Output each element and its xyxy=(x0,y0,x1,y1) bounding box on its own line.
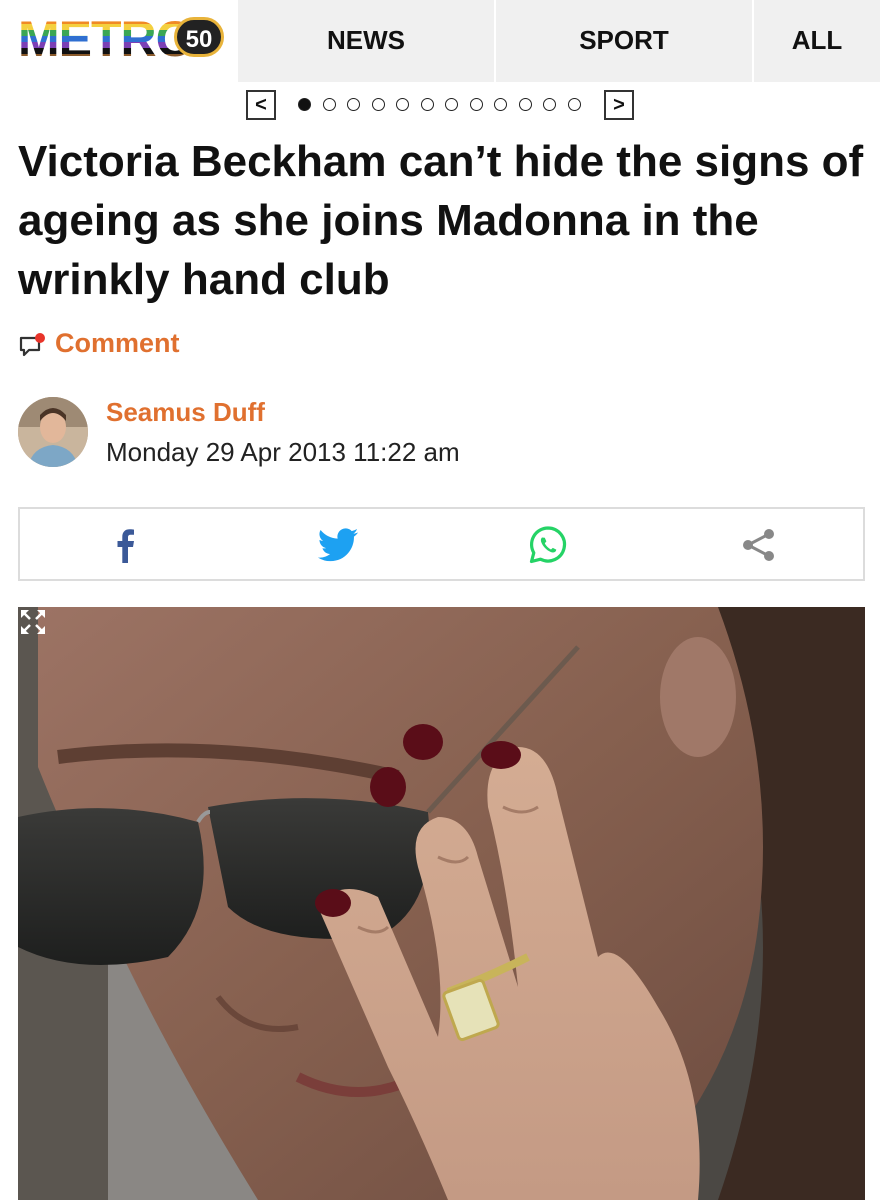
carousel-dot[interactable] xyxy=(298,98,311,111)
nav-tab-all[interactable]: ALL xyxy=(754,0,880,82)
carousel-next-button[interactable]: > xyxy=(604,90,634,120)
comment-label: Comment xyxy=(55,328,180,358)
top-nav-bar: METRO 50 NEWS SPORT ALL xyxy=(0,0,880,82)
share-bar xyxy=(18,507,865,581)
carousel-dot[interactable] xyxy=(396,98,409,111)
facebook-icon[interactable] xyxy=(104,523,148,567)
article-hero-image[interactable] xyxy=(18,607,865,1200)
carousel-dot[interactable] xyxy=(543,98,556,111)
carousel-prev-button[interactable]: < xyxy=(246,90,276,120)
article-headline: Victoria Beckham can’t hide the signs of… xyxy=(18,137,864,304)
comment-icon xyxy=(19,333,45,357)
carousel-dot[interactable] xyxy=(445,98,458,111)
logo-link[interactable]: METRO 50 xyxy=(0,0,236,82)
nav-tab-sport[interactable]: SPORT xyxy=(496,0,752,82)
author-name-link[interactable]: Seamus Duff xyxy=(106,397,265,428)
carousel-dot[interactable] xyxy=(420,98,434,111)
whatsapp-icon[interactable] xyxy=(526,523,570,567)
carousel-dot[interactable] xyxy=(347,98,360,111)
carousel-dot[interactable] xyxy=(322,98,336,111)
logo-badge: 50 xyxy=(174,17,224,57)
carousel-pager: < > xyxy=(246,90,636,120)
carousel-dot[interactable] xyxy=(567,98,581,111)
share-icon[interactable] xyxy=(736,523,780,567)
twitter-icon[interactable] xyxy=(316,523,360,567)
publish-date: Monday 29 Apr 2013 11:22 am xyxy=(106,437,460,467)
metro-logo: METRO xyxy=(18,11,195,67)
nav-tab-news[interactable]: NEWS xyxy=(238,0,494,82)
carousel-dot[interactable] xyxy=(469,98,483,111)
avatar-image xyxy=(18,397,88,467)
hero-photo xyxy=(18,607,865,1200)
expand-icon[interactable] xyxy=(18,607,48,637)
carousel-dot[interactable] xyxy=(494,98,507,111)
author-avatar[interactable] xyxy=(18,397,88,467)
carousel-dot[interactable] xyxy=(371,98,385,111)
carousel-dot[interactable] xyxy=(518,98,532,111)
